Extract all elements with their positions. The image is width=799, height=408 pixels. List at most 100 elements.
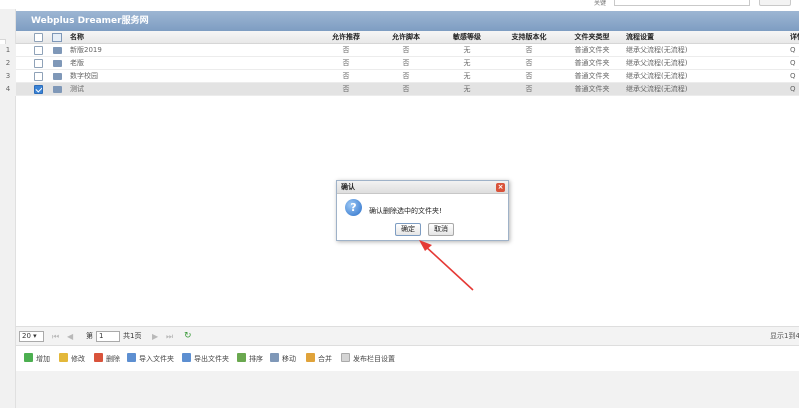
search-button[interactable] — [759, 0, 791, 6]
details-link[interactable]: Q — [790, 44, 799, 57]
details-link[interactable]: Q — [790, 83, 799, 96]
export-folder-button[interactable]: 导出文件夹 — [182, 353, 229, 365]
confirm-dialog: 确认 × ? 确认删除选中的文件夹! 确定 取消 — [336, 180, 509, 241]
merge-label: 合并 — [318, 355, 332, 363]
panel-title: Webplus Dreamer服务网 — [16, 11, 799, 31]
column-header-details[interactable]: 详情 — [790, 31, 799, 44]
row-number: 2 — [0, 57, 16, 70]
table-row[interactable]: 1 新版2019 否 否 无 否 普通文件夹 继承父流程(无流程) Q — [0, 44, 799, 57]
close-icon[interactable]: × — [496, 183, 505, 192]
row-checkbox[interactable] — [34, 46, 43, 55]
search-input[interactable] — [614, 0, 750, 6]
cell-script: 否 — [402, 59, 410, 67]
top-strip: 关键 — [0, 0, 799, 9]
last-page-icon[interactable]: ⏭ — [166, 331, 173, 342]
cell-folder-type: 普通文件夹 — [574, 72, 610, 80]
folder-import-icon — [127, 353, 136, 362]
page-size-select[interactable]: 20 ▾ — [19, 331, 44, 342]
cell-versioning: 否 — [525, 72, 533, 80]
folder-icon — [53, 47, 62, 54]
add-button[interactable]: 增加 — [24, 353, 50, 365]
sort-button[interactable]: 排序 — [237, 353, 263, 365]
export-folder-label: 导出文件夹 — [194, 355, 229, 363]
row-checkbox-checked[interactable] — [34, 85, 43, 94]
table-row[interactable]: 2 老版 否 否 无 否 普通文件夹 继承父流程(无流程) Q — [0, 57, 799, 70]
column-header-sensitivity[interactable]: 敏感等级 — [437, 31, 497, 44]
row-checkbox[interactable] — [34, 72, 43, 81]
select-all-checkbox[interactable] — [34, 33, 43, 42]
cell-folder-type: 普通文件夹 — [574, 46, 610, 54]
cell-flow: 继承父流程(无流程) — [626, 72, 688, 80]
cell-sensitivity: 无 — [463, 85, 471, 93]
publish-column-settings-button[interactable]: 发布栏目设置 — [341, 353, 395, 365]
page-prefix: 第 — [86, 332, 93, 340]
column-header-script[interactable]: 允许脚本 — [376, 31, 436, 44]
table-row-selected[interactable]: 4 测试 否 否 无 否 普通文件夹 继承父流程(无流程) Q — [0, 83, 799, 96]
page-info: 显示1到4 — [770, 332, 799, 340]
grid-header: 名称 允许推荐 允许脚本 敏感等级 支持版本化 文件夹类型 流程设置 详情 — [16, 31, 799, 44]
details-link[interactable]: Q — [790, 70, 799, 83]
cell-flow: 继承父流程(无流程) — [626, 85, 688, 93]
first-page-icon[interactable]: ⏮ — [52, 331, 59, 342]
row-checkbox[interactable] — [34, 59, 43, 68]
details-link[interactable]: Q — [790, 57, 799, 70]
dialog-header: 确认 × — [337, 181, 508, 194]
cell-sensitivity: 无 — [463, 72, 471, 80]
move-icon — [270, 353, 279, 362]
folder-name[interactable]: 老版 — [70, 57, 230, 70]
folder-name[interactable]: 数字校园 — [70, 70, 230, 83]
pencil-icon — [59, 353, 68, 362]
delete-button[interactable]: 删除 — [94, 353, 120, 365]
delete-icon — [94, 353, 103, 362]
confirm-button[interactable]: 确定 — [395, 223, 421, 236]
import-folder-button[interactable]: 导入文件夹 — [127, 353, 174, 365]
table-row[interactable]: 3 数字校园 否 否 无 否 普通文件夹 继承父流程(无流程) Q — [0, 70, 799, 83]
cell-folder-type: 普通文件夹 — [574, 59, 610, 67]
cell-script: 否 — [402, 72, 410, 80]
edit-button[interactable]: 修改 — [59, 353, 85, 365]
page-number-input[interactable]: 1 — [96, 331, 120, 342]
folder-name[interactable]: 测试 — [70, 83, 230, 96]
question-icon: ? — [345, 199, 362, 216]
publish-column-label: 发布栏目设置 — [353, 355, 395, 363]
folder-grid: 名称 允许推荐 允许脚本 敏感等级 支持版本化 文件夹类型 流程设置 详情 1 … — [0, 31, 799, 96]
row-number: 4 — [0, 83, 16, 96]
cell-versioning: 否 — [525, 59, 533, 67]
refresh-icon[interactable]: ↻ — [184, 331, 192, 342]
merge-button[interactable]: 合并 — [306, 353, 332, 365]
move-button[interactable]: 移动 — [270, 353, 296, 365]
cell-flow: 继承父流程(无流程) — [626, 59, 688, 67]
dialog-title: 确认 — [341, 183, 355, 191]
cancel-button[interactable]: 取消 — [428, 223, 454, 236]
cell-versioning: 否 — [525, 46, 533, 54]
next-page-icon[interactable]: ▶ — [152, 331, 158, 342]
page-size-value: 20 — [22, 332, 31, 340]
cell-recommend: 否 — [342, 46, 350, 54]
folder-icon — [53, 60, 62, 67]
column-header-recommend[interactable]: 允许推荐 — [316, 31, 376, 44]
cell-sensitivity: 无 — [463, 59, 471, 67]
page-total: 共1页 — [123, 332, 142, 340]
column-header-name[interactable]: 名称 — [70, 31, 230, 44]
cell-folder-type: 普通文件夹 — [574, 85, 610, 93]
column-header-versioning[interactable]: 支持版本化 — [499, 31, 559, 44]
column-header-flow[interactable]: 流程设置 — [626, 31, 746, 44]
action-toolbar: 增加 修改 删除 导入文件夹 导出文件夹 排序 移动 合并 发布栏目设置 — [16, 350, 799, 368]
sort-icon — [237, 353, 246, 362]
cell-recommend: 否 — [342, 72, 350, 80]
folder-name[interactable]: 新版2019 — [70, 44, 230, 57]
row-number: 3 — [0, 70, 16, 83]
plus-icon — [24, 353, 33, 362]
pagination-bar: 20 ▾ ⏮ ◀ 第 1 共1页 ▶ ⏭ ↻ 显示1到4 — [16, 326, 799, 346]
search-label: 关键 — [594, 0, 607, 7]
import-folder-label: 导入文件夹 — [139, 355, 174, 363]
column-header-folder-type[interactable]: 文件夹类型 — [562, 31, 622, 44]
add-label: 增加 — [36, 355, 50, 363]
prev-page-icon[interactable]: ◀ — [67, 331, 73, 342]
cell-script: 否 — [402, 85, 410, 93]
cell-script: 否 — [402, 46, 410, 54]
move-label: 移动 — [282, 355, 296, 363]
edit-label: 修改 — [71, 355, 85, 363]
bottom-area — [16, 371, 799, 408]
row-number: 1 — [0, 44, 16, 57]
